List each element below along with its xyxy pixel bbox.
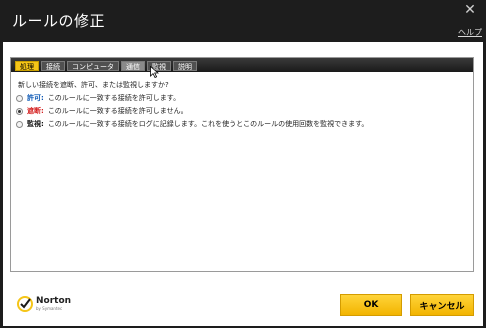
cancel-button[interactable]: キャンセル	[410, 294, 474, 316]
option-monitor[interactable]: 監視: このルールに一致する接続をログに記録します。これを使うとこのルールの使用…	[16, 119, 368, 129]
option-allow-keyword: 許可:	[27, 94, 44, 102]
dialog-title: ルールの修正	[12, 12, 106, 30]
tab-description[interactable]: 説明	[173, 61, 197, 71]
mouse-cursor-icon	[150, 66, 159, 78]
norton-brand-sub: by Symantec	[36, 306, 63, 311]
option-allow-text: このルールに一致する接続を許可します。	[47, 94, 181, 102]
close-icon[interactable]: ✕	[462, 2, 478, 18]
tab-connection[interactable]: 接続	[41, 61, 65, 71]
option-block-text: このルールに一致する接続を許可しません。	[47, 107, 188, 115]
radio-monitor[interactable]	[16, 120, 23, 128]
tab-communication[interactable]: 通信	[121, 61, 145, 71]
tab-computer[interactable]: コンピュータ	[67, 61, 119, 71]
action-question: 新しい接続を遮断、許可、または監視しますか?	[18, 81, 169, 89]
radio-allow[interactable]	[16, 94, 23, 102]
dialog-content: 処理 接続 コンピュータ 通信 監視 説明 新しい接続を遮断、許可、または監視し…	[3, 42, 483, 326]
radio-block[interactable]	[16, 107, 23, 115]
ok-button[interactable]: OK	[340, 294, 402, 316]
tab-panel: 処理 接続 コンピュータ 通信 監視 説明 新しい接続を遮断、許可、または監視し…	[10, 57, 474, 272]
tab-action[interactable]: 処理	[15, 61, 39, 71]
norton-check-icon	[17, 296, 33, 312]
option-block-keyword: 遮断:	[27, 107, 44, 115]
norton-logo: Norton by Symantec	[17, 296, 71, 312]
option-block[interactable]: 遮断: このルールに一致する接続を許可しません。	[16, 106, 188, 116]
option-monitor-keyword: 監視:	[27, 120, 44, 128]
help-link[interactable]: ヘルプ	[458, 27, 482, 38]
option-monitor-text: このルールに一致する接続をログに記録します。これを使うとこのルールの使用回数を監…	[47, 120, 369, 128]
norton-brand: Norton	[36, 296, 72, 306]
rule-edit-dialog: ルールの修正 ✕ ヘルプ 処理 接続 コンピュータ 通信 監視 説明 新しい接続…	[0, 0, 486, 328]
tab-bar: 処理 接続 コンピュータ 通信 監視 説明	[11, 58, 473, 72]
option-allow[interactable]: 許可: このルールに一致する接続を許可します。	[16, 93, 180, 103]
